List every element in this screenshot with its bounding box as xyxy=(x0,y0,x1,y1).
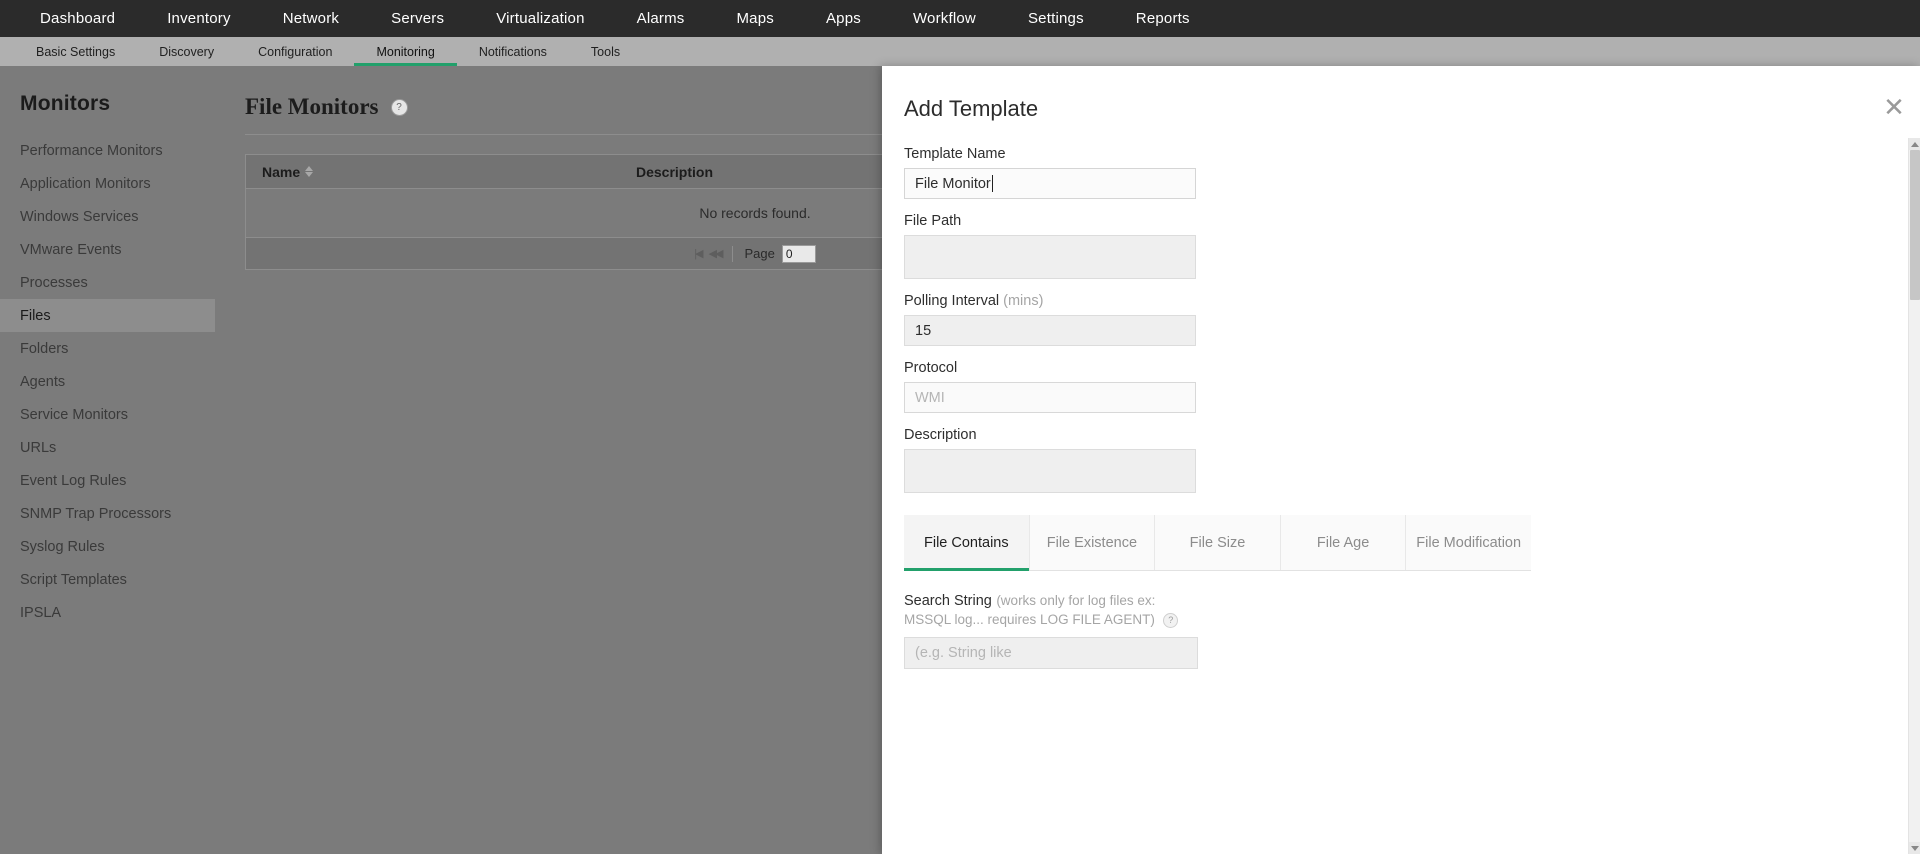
file-path-input[interactable] xyxy=(904,235,1196,279)
subnav-item-basic-settings[interactable]: Basic Settings xyxy=(14,37,137,66)
sidebar-item-urls[interactable]: URLs xyxy=(0,431,215,464)
subnav-item-discovery[interactable]: Discovery xyxy=(137,37,236,66)
sort-arrows-icon[interactable] xyxy=(305,166,314,177)
nav-item-workflow[interactable]: Workflow xyxy=(887,0,1002,37)
tab-file-existence[interactable]: File Existence xyxy=(1029,515,1156,570)
polling-interval-input[interactable] xyxy=(904,315,1196,346)
sidebar-item-application-monitors[interactable]: Application Monitors xyxy=(0,167,215,200)
tab-file-contains[interactable]: File Contains xyxy=(904,515,1030,571)
primary-navigation-bar: Dashboard Inventory Network Servers Virt… xyxy=(0,0,1920,37)
sidebar-item-syslog-rules[interactable]: Syslog Rules xyxy=(0,530,215,563)
subnav-item-tools[interactable]: Tools xyxy=(569,37,642,66)
condition-tabs: File Contains File Existence File Size F… xyxy=(904,515,1531,571)
nav-item-servers[interactable]: Servers xyxy=(365,0,470,37)
field-protocol: Protocol xyxy=(904,360,1898,413)
nav-item-virtualization[interactable]: Virtualization xyxy=(470,0,610,37)
sidebar-item-windows-services[interactable]: Windows Services xyxy=(0,200,215,233)
pagination-divider xyxy=(732,245,734,262)
sidebar-item-folders[interactable]: Folders xyxy=(0,332,215,365)
search-string-label-group: Search String (works only for log files … xyxy=(904,591,1196,629)
dialog-body: Template Name File Monitor File Path Pol… xyxy=(882,146,1920,854)
tab-file-size[interactable]: File Size xyxy=(1155,515,1281,570)
sidebar-item-agents[interactable]: Agents xyxy=(0,365,215,398)
sidebar-item-vmware-events[interactable]: VMware Events xyxy=(0,233,215,266)
nav-item-apps[interactable]: Apps xyxy=(800,0,887,37)
sidebar-item-performance-monitors[interactable]: Performance Monitors xyxy=(0,134,215,167)
field-file-path: File Path xyxy=(904,213,1898,279)
polling-interval-label-text: Polling Interval xyxy=(904,293,1000,309)
nav-item-settings[interactable]: Settings xyxy=(1002,0,1110,37)
scrollbar-down-arrow-icon[interactable] xyxy=(1909,842,1920,854)
sidebar-item-event-log-rules[interactable]: Event Log Rules xyxy=(0,464,215,497)
add-template-dialog: Add Template ✕ Template Name File Monito… xyxy=(882,66,1920,854)
secondary-navigation-bar: Basic Settings Discovery Configuration M… xyxy=(0,37,1920,66)
sidebar: Monitors Performance Monitors Applicatio… xyxy=(0,66,215,854)
nav-item-inventory[interactable]: Inventory xyxy=(141,0,257,37)
field-template-name: Template Name File Monitor xyxy=(904,146,1898,199)
polling-interval-unit: (mins) xyxy=(1003,293,1044,309)
tab-file-modification[interactable]: File Modification xyxy=(1406,515,1531,570)
tab-file-age[interactable]: File Age xyxy=(1280,515,1407,570)
nav-item-reports[interactable]: Reports xyxy=(1110,0,1216,37)
dialog-title: Add Template xyxy=(904,96,1039,121)
column-header-name-label: Name xyxy=(262,163,301,180)
page-title: File Monitors xyxy=(245,94,379,119)
search-string-help-icon[interactable]: ? xyxy=(1163,612,1179,628)
column-header-name[interactable]: Name xyxy=(246,164,636,180)
sidebar-item-ipsla[interactable]: IPSLA xyxy=(0,596,215,629)
template-name-value: File Monitor xyxy=(915,175,991,192)
pagination-prev-icon[interactable]: ◀◀ xyxy=(709,247,724,260)
protocol-label: Protocol xyxy=(904,360,958,376)
sidebar-heading: Monitors xyxy=(20,92,111,115)
help-icon[interactable]: ? xyxy=(390,98,408,116)
sidebar-item-service-monitors[interactable]: Service Monitors xyxy=(0,398,215,431)
protocol-input[interactable] xyxy=(904,382,1196,413)
search-string-label: Search String xyxy=(904,593,992,609)
scrollbar-up-arrow-icon[interactable] xyxy=(1909,138,1920,150)
sidebar-item-script-templates[interactable]: Script Templates xyxy=(0,563,215,596)
template-name-label: Template Name xyxy=(904,146,1006,162)
template-name-input[interactable]: File Monitor xyxy=(904,168,1196,199)
sidebar-item-processes[interactable]: Processes xyxy=(0,266,215,299)
pagination-page-input[interactable] xyxy=(781,244,816,263)
tab-panel-file-contains: Search String (works only for log files … xyxy=(904,571,1898,669)
pagination-page-label: Page xyxy=(744,246,775,261)
polling-interval-label: Polling Interval (mins) xyxy=(904,293,1898,309)
dialog-scrollbar[interactable] xyxy=(1908,138,1920,854)
subnav-item-configuration[interactable]: Configuration xyxy=(236,37,354,66)
file-path-label: File Path xyxy=(904,213,962,229)
application-window: Dashboard Inventory Network Servers Virt… xyxy=(0,0,1920,854)
field-polling-interval: Polling Interval (mins) xyxy=(904,293,1898,346)
sidebar-item-files[interactable]: Files xyxy=(0,299,215,332)
sidebar-item-snmp-trap-processors[interactable]: SNMP Trap Processors xyxy=(0,497,215,530)
search-string-input[interactable] xyxy=(904,637,1198,669)
nav-item-network[interactable]: Network xyxy=(257,0,365,37)
nav-item-alarms[interactable]: Alarms xyxy=(611,0,711,37)
scrollbar-thumb[interactable] xyxy=(1910,150,1920,300)
nav-item-maps[interactable]: Maps xyxy=(710,0,799,37)
description-input[interactable] xyxy=(904,449,1196,493)
close-icon[interactable]: ✕ xyxy=(1881,94,1907,122)
text-caret xyxy=(991,175,993,192)
subnav-item-monitoring[interactable]: Monitoring xyxy=(354,37,458,66)
subnav-item-notifications[interactable]: Notifications xyxy=(457,37,569,66)
pagination-first-icon[interactable]: |◀ xyxy=(694,247,703,260)
description-label: Description xyxy=(904,427,977,443)
field-description: Description xyxy=(904,427,1898,493)
nav-item-dashboard[interactable]: Dashboard xyxy=(14,0,141,37)
